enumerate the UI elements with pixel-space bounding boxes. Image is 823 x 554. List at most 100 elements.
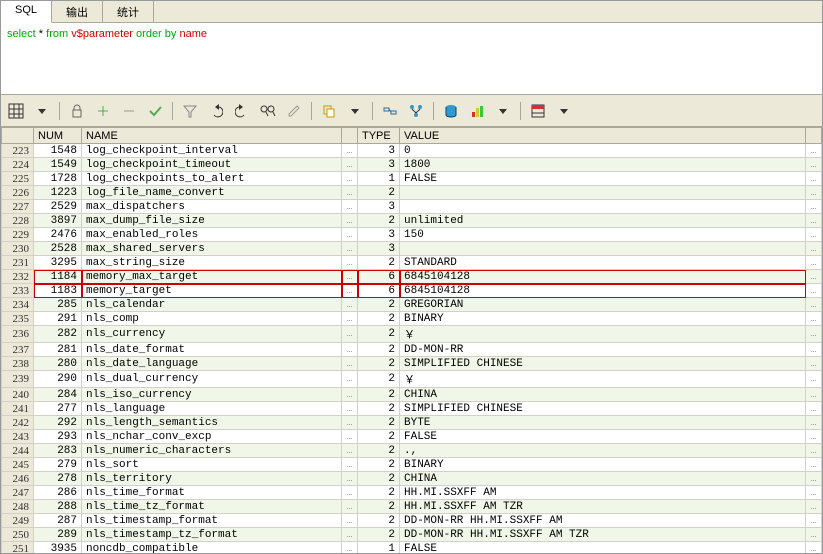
cell-value[interactable]: 6845104128: [400, 284, 806, 298]
table-row[interactable]: 244283nls_numeric_characters…2.,…: [2, 444, 822, 458]
cell-value[interactable]: CHINA: [400, 388, 806, 402]
ellipsis-button[interactable]: …: [806, 326, 822, 343]
ellipsis-button[interactable]: …: [342, 514, 358, 528]
cell-value[interactable]: DD-MON-RR HH.MI.SSXFF AM: [400, 514, 806, 528]
ellipsis-button[interactable]: …: [806, 402, 822, 416]
ellipsis-button[interactable]: …: [342, 416, 358, 430]
cell-num[interactable]: 283: [34, 444, 82, 458]
ellipsis-button[interactable]: …: [806, 486, 822, 500]
cell-num[interactable]: 2476: [34, 228, 82, 242]
dropdown-icon[interactable]: [31, 100, 53, 122]
table-row[interactable]: 236282nls_currency…2￥…: [2, 326, 822, 343]
cell-name[interactable]: nls_sort: [82, 458, 342, 472]
table-row[interactable]: 235291nls_comp…2BINARY…: [2, 312, 822, 326]
ellipsis-button[interactable]: …: [806, 542, 822, 554]
cell-value[interactable]: STANDARD: [400, 256, 806, 270]
cell-value[interactable]: FALSE: [400, 430, 806, 444]
table-row[interactable]: 250289nls_timestamp_tz_format…2DD-MON-RR…: [2, 528, 822, 542]
table-row[interactable]: 2241549log_checkpoint_timeout…31800…: [2, 158, 822, 172]
cell-value[interactable]: DD-MON-RR HH.MI.SSXFF AM TZR: [400, 528, 806, 542]
chart-icon[interactable]: [466, 100, 488, 122]
ellipsis-button[interactable]: …: [342, 542, 358, 554]
cell-name[interactable]: nls_timestamp_format: [82, 514, 342, 528]
table-row[interactable]: 239290nls_dual_currency…2￥…: [2, 371, 822, 388]
ellipsis-button[interactable]: …: [806, 256, 822, 270]
undo-icon[interactable]: [205, 100, 227, 122]
cell-type[interactable]: 2: [358, 444, 400, 458]
row-number[interactable]: 251: [2, 542, 34, 554]
database-icon[interactable]: [440, 100, 462, 122]
ellipsis-button[interactable]: …: [342, 284, 358, 298]
ellipsis-button[interactable]: …: [806, 158, 822, 172]
cell-num[interactable]: 3897: [34, 214, 82, 228]
ellipsis-button[interactable]: …: [806, 186, 822, 200]
cell-name[interactable]: nls_dual_currency: [82, 371, 342, 388]
cell-type[interactable]: 2: [358, 472, 400, 486]
cell-value[interactable]: BYTE: [400, 416, 806, 430]
ellipsis-button[interactable]: …: [342, 458, 358, 472]
dropdown-icon[interactable]: [344, 100, 366, 122]
row-number[interactable]: 246: [2, 472, 34, 486]
table-row[interactable]: 246278nls_territory…2CHINA…: [2, 472, 822, 486]
table-row[interactable]: 2292476max_enabled_roles…3150…: [2, 228, 822, 242]
row-number[interactable]: 247: [2, 486, 34, 500]
row-number[interactable]: 250: [2, 528, 34, 542]
copy-icon[interactable]: [318, 100, 340, 122]
ellipsis-button[interactable]: …: [342, 270, 358, 284]
table-row[interactable]: 249287nls_timestamp_format…2DD-MON-RR HH…: [2, 514, 822, 528]
ellipsis-button[interactable]: …: [806, 200, 822, 214]
cell-num[interactable]: 285: [34, 298, 82, 312]
find-icon[interactable]: [257, 100, 279, 122]
cell-type[interactable]: 2: [358, 214, 400, 228]
row-number[interactable]: 235: [2, 312, 34, 326]
table-row[interactable]: 2331183memory_target…66845104128…: [2, 284, 822, 298]
cell-num[interactable]: 279: [34, 458, 82, 472]
row-number[interactable]: 238: [2, 357, 34, 371]
ellipsis-button[interactable]: …: [342, 444, 358, 458]
cell-type[interactable]: 2: [358, 298, 400, 312]
cell-num[interactable]: 277: [34, 402, 82, 416]
row-number[interactable]: 239: [2, 371, 34, 388]
cell-num[interactable]: 2528: [34, 242, 82, 256]
row-number[interactable]: 245: [2, 458, 34, 472]
ellipsis-button[interactable]: …: [806, 458, 822, 472]
tab-output[interactable]: 输出: [52, 1, 103, 22]
cell-type[interactable]: 2: [358, 416, 400, 430]
row-number[interactable]: 228: [2, 214, 34, 228]
cell-name[interactable]: nls_calendar: [82, 298, 342, 312]
ellipsis-button[interactable]: …: [806, 444, 822, 458]
ellipsis-button[interactable]: …: [342, 371, 358, 388]
cell-name[interactable]: log_checkpoint_timeout: [82, 158, 342, 172]
table-row[interactable]: 238280nls_date_language…2SIMPLIFIED CHIN…: [2, 357, 822, 371]
table-row[interactable]: 243293nls_nchar_conv_excp…2FALSE…: [2, 430, 822, 444]
table-row[interactable]: 2272529max_dispatchers…3…: [2, 200, 822, 214]
tab-stats[interactable]: 统计: [103, 1, 154, 22]
cell-value[interactable]: [400, 186, 806, 200]
grid-icon[interactable]: [5, 100, 27, 122]
ellipsis-button[interactable]: …: [806, 144, 822, 158]
dropdown-icon[interactable]: [553, 100, 575, 122]
cell-type[interactable]: 3: [358, 200, 400, 214]
cell-type[interactable]: 2: [358, 256, 400, 270]
ellipsis-button[interactable]: …: [806, 214, 822, 228]
cell-value[interactable]: 1800: [400, 158, 806, 172]
cell-name[interactable]: max_dump_file_size: [82, 214, 342, 228]
cell-num[interactable]: 286: [34, 486, 82, 500]
cell-name[interactable]: nls_nchar_conv_excp: [82, 430, 342, 444]
ellipsis-button[interactable]: …: [806, 242, 822, 256]
ellipsis-button[interactable]: …: [342, 402, 358, 416]
cell-type[interactable]: 2: [358, 326, 400, 343]
table-row[interactable]: 242292nls_length_semantics…2BYTE…: [2, 416, 822, 430]
ellipsis-button[interactable]: …: [806, 270, 822, 284]
ellipsis-button[interactable]: …: [806, 312, 822, 326]
row-number[interactable]: 248: [2, 500, 34, 514]
cell-name[interactable]: nls_time_tz_format: [82, 500, 342, 514]
row-number[interactable]: 237: [2, 343, 34, 357]
ellipsis-button[interactable]: …: [342, 242, 358, 256]
cell-num[interactable]: 281: [34, 343, 82, 357]
ellipsis-button[interactable]: …: [342, 312, 358, 326]
cell-num[interactable]: 3295: [34, 256, 82, 270]
edit-icon[interactable]: [283, 100, 305, 122]
table-row[interactable]: 2261223log_file_name_convert…2…: [2, 186, 822, 200]
table-row[interactable]: 247286nls_time_format…2HH.MI.SSXFF AM…: [2, 486, 822, 500]
